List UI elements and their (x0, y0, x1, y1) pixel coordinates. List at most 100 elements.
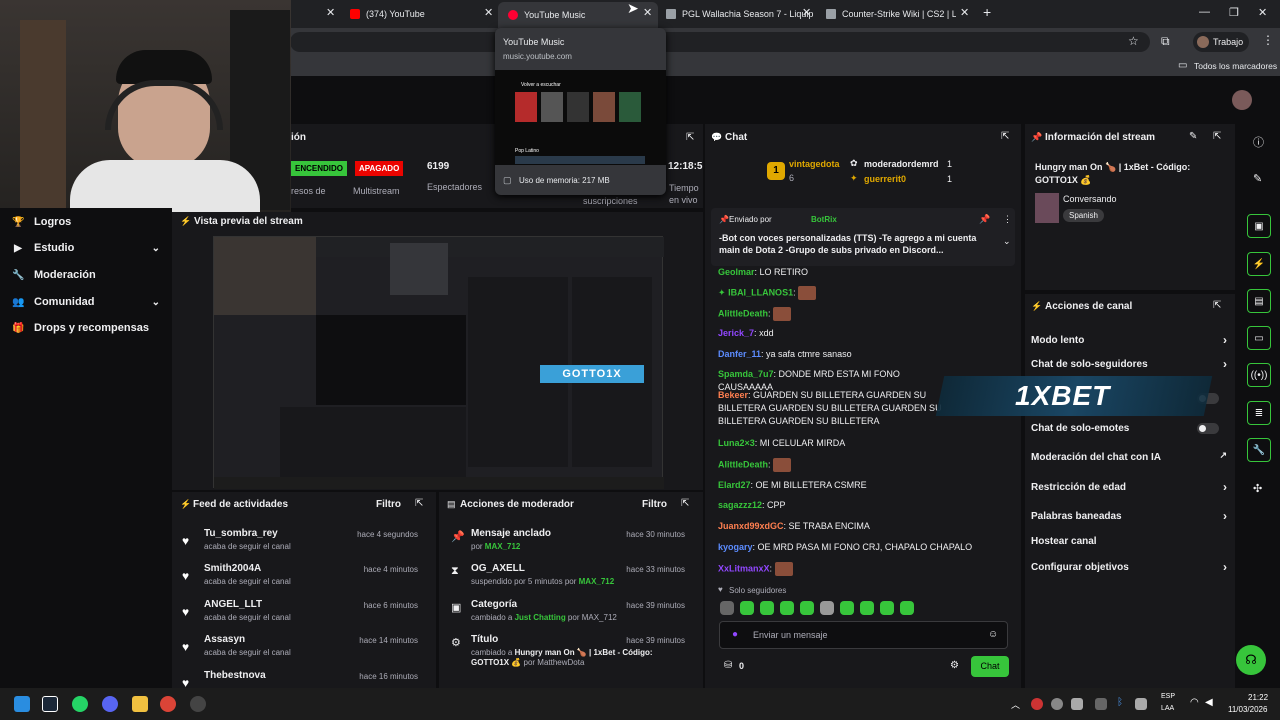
rail-button[interactable]: ▤ (1247, 289, 1271, 313)
category-thumbnail (1035, 193, 1059, 223)
tray-icon[interactable] (1095, 698, 1107, 710)
sidebar-item-moderacion[interactable]: 🔧 Moderación (12, 269, 96, 281)
discord-icon[interactable] (102, 696, 118, 712)
new-tab-button[interactable]: + (983, 4, 991, 20)
action-ai-moderation[interactable]: Moderación del chat con IA ↗ (1031, 450, 1227, 463)
chevron-up-icon[interactable]: ︿ (1011, 698, 1020, 711)
rail-button[interactable]: 🔧 (1247, 438, 1271, 462)
address-bar[interactable] (290, 32, 1150, 52)
user-avatar[interactable] (1232, 90, 1252, 110)
leader-name[interactable]: guerrerit0 (864, 174, 906, 184)
tray-icon[interactable] (1051, 698, 1063, 710)
toggle-switch[interactable] (1197, 423, 1219, 434)
close-tab-icon[interactable]: ✕ (326, 6, 335, 19)
star-icon[interactable]: ☆ (1128, 34, 1139, 48)
emote[interactable] (720, 601, 734, 615)
category-name[interactable]: Conversando (1063, 194, 1117, 204)
tab-youtube[interactable]: (374) YouTube (350, 4, 480, 24)
close-tab-icon[interactable]: ✕ (643, 6, 652, 19)
emote[interactable] (760, 601, 774, 615)
action-followers-only[interactable]: Chat de solo-seguidores › (1031, 357, 1227, 371)
steam-icon[interactable] (42, 696, 58, 712)
popout-icon[interactable]: ⇱ (1213, 131, 1221, 142)
language-tag[interactable]: Spanish (1063, 209, 1104, 222)
action-host-channel[interactable]: Hostear canal (1031, 536, 1227, 547)
chevron-down-icon[interactable]: ⌄ (1003, 236, 1011, 247)
action-slow-mode[interactable]: Modo lento › (1031, 333, 1227, 347)
popout-icon[interactable]: ⇱ (1001, 131, 1009, 142)
edit-icon[interactable]: ✎ (1189, 131, 1197, 142)
profile-button[interactable]: Trabajo (1193, 32, 1249, 52)
emote[interactable] (840, 601, 854, 615)
sidebar-item-drops[interactable]: 🎁 Drops y recompensas (12, 322, 149, 334)
emote[interactable] (780, 601, 794, 615)
microphone-icon[interactable]: ● (732, 629, 738, 640)
rail-button[interactable]: ▭ (1247, 326, 1271, 350)
chrome-icon[interactable] (160, 696, 176, 712)
close-tab-icon[interactable]: ✕ (960, 6, 969, 19)
emote[interactable] (880, 601, 894, 615)
chat-input[interactable]: ● Enviar un mensaje ☺ (719, 621, 1008, 649)
clock-time[interactable]: 21:22 (1248, 693, 1268, 702)
bluetooth-icon[interactable]: ᛒ (1117, 697, 1123, 708)
chat-send-button[interactable]: Chat (971, 656, 1009, 677)
sidebar-item-estudio[interactable]: ▶ Estudio ⌄ (12, 242, 160, 254)
minimize-icon[interactable]: — (1199, 6, 1210, 18)
settings-icon[interactable]: ⚙ (950, 660, 959, 671)
volume-icon[interactable]: ◀ (1205, 697, 1213, 708)
language-code[interactable]: ESP (1161, 693, 1175, 700)
tray-icon[interactable] (1135, 698, 1147, 710)
extensions-icon[interactable]: ✣ (1253, 482, 1262, 495)
close-tab-icon[interactable]: ✕ (484, 6, 493, 19)
pinned-message[interactable]: 📌 Enviado por BotRix -Bot con voces pers… (711, 208, 1015, 266)
wifi-icon[interactable]: ◠ (1190, 697, 1199, 708)
info-icon[interactable]: ⓘ (1253, 134, 1264, 150)
tab-liquipedia-pgl[interactable]: PGL Wallachia Season 7 - Liquip (666, 4, 816, 24)
mod-filter-button[interactable]: Filtro (642, 499, 667, 510)
rail-button[interactable]: ▣ (1247, 214, 1271, 238)
pinned-by-user[interactable]: BotRix (811, 215, 837, 224)
emoji-icon[interactable]: ☺ (988, 629, 998, 640)
tray-icon[interactable] (1031, 698, 1043, 710)
extensions-icon[interactable]: ⧉ (1161, 34, 1170, 49)
emote[interactable] (860, 601, 874, 615)
emote-bar[interactable] (720, 601, 1010, 617)
emote[interactable] (820, 601, 834, 615)
leader-name[interactable]: vintagedota (789, 159, 840, 169)
file-explorer-icon[interactable] (132, 696, 148, 712)
sidebar-item-comunidad[interactable]: 👥 Comunidad ⌄ (12, 296, 160, 308)
tab-liquipedia-cs[interactable]: Counter-Strike Wiki | CS2 | Liqu (826, 4, 956, 24)
windows-start-icon[interactable] (14, 696, 30, 712)
emote[interactable] (800, 601, 814, 615)
popout-icon[interactable]: ⇱ (1213, 300, 1221, 311)
menu-icon[interactable]: ⋮ (1262, 33, 1274, 47)
popout-icon[interactable]: ⇱ (686, 132, 694, 143)
pencil-icon[interactable]: ✎ (1253, 172, 1262, 185)
emote[interactable] (740, 601, 754, 615)
all-bookmarks-link[interactable]: Todos los marcadores (1194, 61, 1277, 71)
whatsapp-icon[interactable] (72, 696, 88, 712)
tray-icon[interactable] (1071, 698, 1083, 710)
feed-filter-button[interactable]: Filtro (376, 499, 401, 510)
unpin-icon[interactable]: 📌 (979, 214, 990, 225)
rail-button[interactable]: ((•)) (1247, 363, 1271, 387)
maximize-icon[interactable]: ❐ (1229, 6, 1239, 19)
close-window-icon[interactable]: ✕ (1258, 6, 1267, 19)
sidebar-item-logros[interactable]: 🏆 Logros (12, 216, 71, 228)
action-goals[interactable]: Configurar objetivos › (1031, 560, 1227, 574)
stream-preview-video[interactable]: GOTTO1X (213, 236, 664, 489)
help-button[interactable]: ☊ (1236, 645, 1266, 675)
popout-icon[interactable]: ⇱ (415, 498, 423, 509)
action-emote-only[interactable]: Chat de solo-emotes (1031, 423, 1227, 434)
more-icon[interactable]: ⋮ (1003, 214, 1012, 225)
rail-button[interactable]: ≣ (1247, 401, 1271, 425)
action-age-restriction[interactable]: Restricción de edad › (1031, 480, 1227, 494)
emote[interactable] (900, 601, 914, 615)
close-tab-icon[interactable]: ✕ (802, 6, 811, 19)
action-banned-words[interactable]: Palabras baneadas › (1031, 509, 1227, 523)
rail-button[interactable]: ⚡ (1247, 252, 1271, 276)
leader-name[interactable]: moderadordemrd (864, 159, 939, 169)
popout-icon[interactable]: ⇱ (681, 498, 689, 509)
channel-points-icon[interactable]: ⛁ (724, 660, 732, 671)
obs-icon[interactable] (190, 696, 206, 712)
